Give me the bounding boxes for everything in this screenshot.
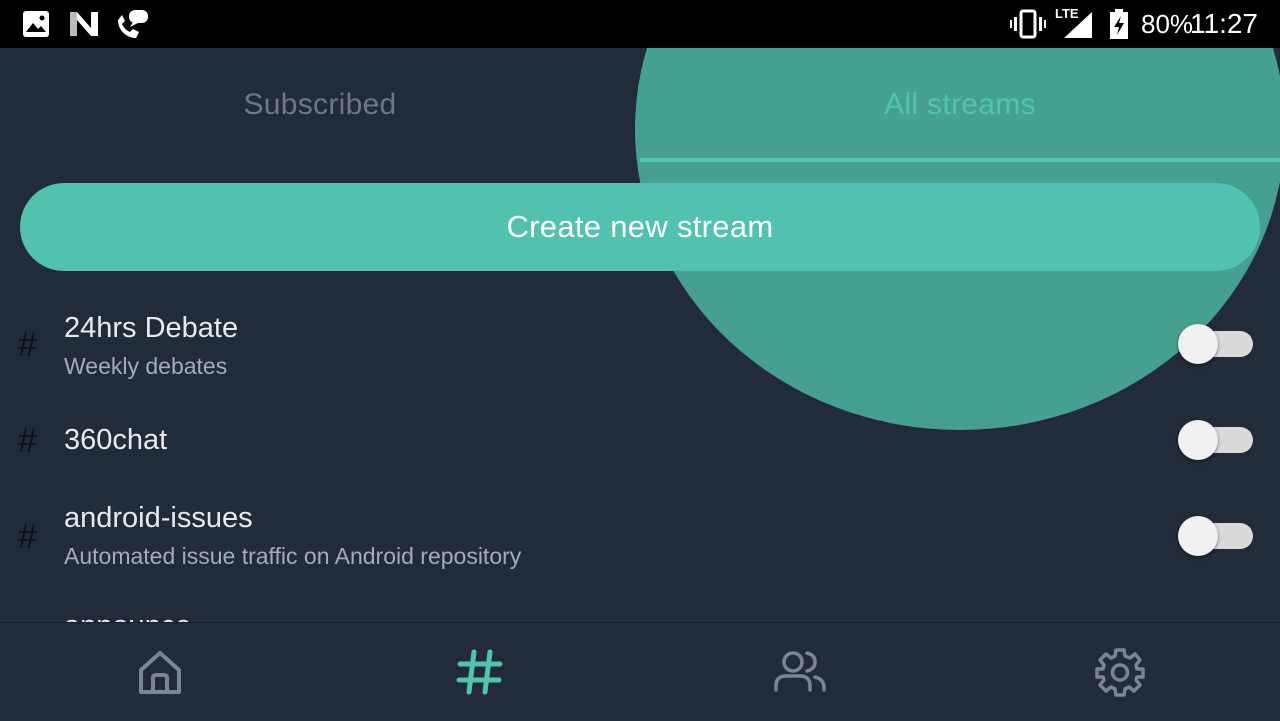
subscribe-toggle[interactable] [1178, 324, 1254, 364]
stream-description: Weekly debates [64, 353, 228, 379]
stream-name: 24hrs Debate [64, 312, 239, 344]
nav-home[interactable] [0, 623, 320, 721]
toggle-thumb [1178, 420, 1218, 460]
toggle-thumb [1178, 324, 1218, 364]
stream-name: 360chat [64, 424, 168, 456]
vibrate-icon [1010, 9, 1046, 39]
clock: 11:27 [1190, 8, 1258, 39]
nav-settings[interactable] [960, 623, 1280, 721]
streams-screen: Subscribed All streams Create new stream… [0, 48, 1280, 622]
hash-icon [456, 649, 503, 695]
nav-streams[interactable] [320, 623, 640, 721]
battery-percent: 80% [1141, 9, 1194, 39]
status-bar: LTE 80% 11:27 [0, 0, 1280, 48]
home-icon [139, 651, 181, 694]
stream-row[interactable]: # 360chat [0, 404, 1280, 480]
tab-subscribed[interactable]: Subscribed [0, 48, 640, 162]
stream-name: android-issues [64, 502, 253, 534]
subscribe-toggle[interactable] [1178, 420, 1254, 460]
toggle-thumb [1178, 516, 1218, 556]
image-icon [23, 11, 49, 37]
settings-icon [1095, 648, 1145, 697]
stream-description: Automated issue traffic on Android repos… [64, 543, 522, 569]
tab-all-streams[interactable]: All streams [640, 48, 1280, 162]
active-tab-indicator [640, 158, 1280, 162]
stream-name: announce [64, 610, 191, 622]
people-icon [774, 651, 826, 692]
stream-row[interactable]: # android-issues Automated issue traffic… [0, 488, 1280, 582]
n-notification-icon [70, 12, 98, 36]
battery-charging-icon [1110, 9, 1128, 39]
subscribe-toggle[interactable] [1178, 516, 1254, 556]
missed-call-icon [118, 10, 148, 38]
stream-row[interactable]: announce [0, 596, 1280, 622]
nav-people[interactable] [640, 623, 960, 721]
stream-row[interactable]: # 24hrs Debate Weekly debates [0, 298, 1280, 392]
stream-hash-icon: # [18, 326, 37, 364]
create-new-stream-button[interactable]: Create new stream [20, 183, 1260, 271]
lte-signal-icon [1064, 12, 1092, 38]
bottom-navigation [0, 622, 1280, 721]
stream-hash-icon: # [18, 422, 37, 460]
stream-hash-icon: # [18, 518, 37, 556]
